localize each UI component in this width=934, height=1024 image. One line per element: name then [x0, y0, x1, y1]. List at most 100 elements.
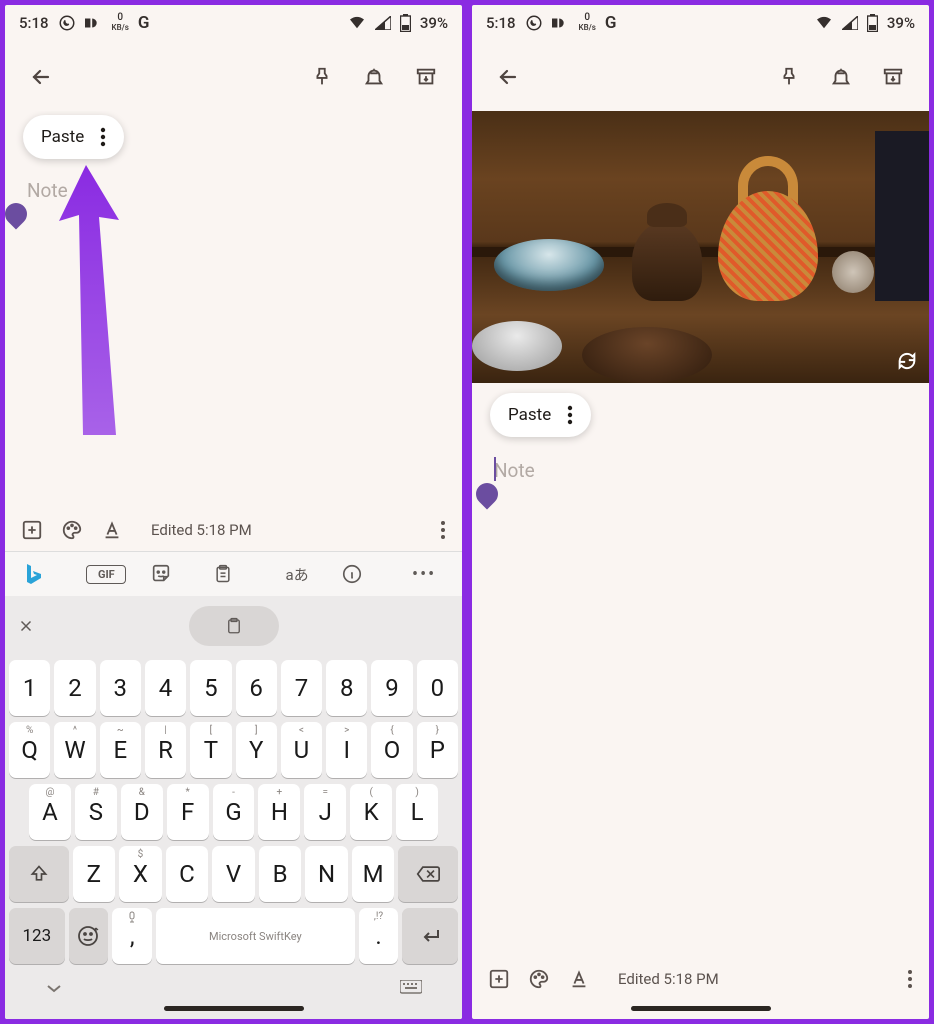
key-9[interactable]: 9 [371, 660, 412, 716]
key-3[interactable]: 3 [100, 660, 141, 716]
archive-button[interactable] [871, 55, 915, 99]
palette-button[interactable] [528, 968, 550, 990]
key-8[interactable]: 8 [326, 660, 367, 716]
text-format-button[interactable] [101, 519, 123, 541]
soft-keyboard[interactable]: GIF aあ ••• 1 2 3 4 5 6 7 8 9 [5, 551, 462, 1019]
signal-icon [375, 16, 391, 30]
signal-icon [842, 16, 858, 30]
key-enter[interactable] [402, 908, 458, 964]
key-f[interactable]: *F [167, 784, 209, 840]
key-e[interactable]: ~E [100, 722, 141, 778]
translate-button[interactable]: aあ [277, 564, 317, 585]
info-button[interactable] [341, 563, 381, 585]
key-row-z: Z $X C V B N M [9, 846, 458, 902]
toolbar-more-button[interactable]: ••• [404, 564, 444, 585]
status-bar: 5:18 0KB/s G 39% [5, 5, 462, 37]
key-4[interactable]: 4 [145, 660, 186, 716]
add-content-button[interactable] [21, 519, 43, 541]
reminder-button[interactable] [352, 55, 396, 99]
note-toolbar: Edited 5:18 PM [5, 509, 462, 551]
key-l[interactable]: )L [396, 784, 438, 840]
media-icon [552, 16, 570, 30]
key-k[interactable]: (K [350, 784, 392, 840]
pin-button[interactable] [767, 55, 811, 99]
clipboard-button[interactable] [213, 563, 253, 585]
note-body[interactable]: Note [472, 453, 929, 482]
key-v[interactable]: V [212, 846, 255, 902]
more-vert-icon[interactable] [100, 127, 106, 147]
key-n[interactable]: N [305, 846, 348, 902]
key-2[interactable]: 2 [54, 660, 95, 716]
key-row-bottom: 123 , Microsoft SwiftKey ,!?. [9, 908, 458, 964]
key-6[interactable]: 6 [236, 660, 277, 716]
key-period[interactable]: ,!?. [359, 908, 399, 964]
key-x[interactable]: $X [119, 846, 162, 902]
key-backspace[interactable] [398, 846, 458, 902]
key-m[interactable]: M [352, 846, 395, 902]
note-image[interactable] [472, 111, 929, 383]
edited-timestamp: Edited 5:18 PM [618, 970, 719, 988]
key-7[interactable]: 7 [281, 660, 322, 716]
paste-menu[interactable]: Paste [490, 393, 591, 437]
key-g[interactable]: -G [213, 784, 255, 840]
key-w[interactable]: ^W [54, 722, 95, 778]
key-d[interactable]: &D [121, 784, 163, 840]
key-z[interactable]: Z [73, 846, 116, 902]
status-time: 5:18 [19, 14, 49, 32]
more-vert-icon[interactable] [567, 405, 573, 425]
back-button[interactable] [19, 55, 63, 99]
sticker-button[interactable] [150, 563, 190, 585]
key-t[interactable]: [T [190, 722, 231, 778]
dismiss-suggestion-button[interactable] [17, 617, 35, 635]
overflow-menu-button[interactable] [907, 969, 913, 989]
gif-button[interactable]: GIF [86, 565, 126, 584]
gesture-pill[interactable] [164, 1006, 304, 1011]
key-comma[interactable]: , [112, 908, 152, 964]
add-content-button[interactable] [488, 968, 510, 990]
key-y[interactable]: ]Y [236, 722, 277, 778]
palette-button[interactable] [61, 519, 83, 541]
key-i[interactable]: >I [326, 722, 367, 778]
back-button[interactable] [486, 55, 530, 99]
reminder-button[interactable] [819, 55, 863, 99]
note-placeholder: Note [494, 453, 907, 482]
bing-icon[interactable] [23, 562, 63, 586]
sync-icon[interactable] [893, 347, 921, 375]
key-shift[interactable] [9, 846, 69, 902]
wifi-icon [815, 16, 833, 30]
key-p[interactable]: }P [417, 722, 458, 778]
paste-menu[interactable]: Paste [23, 115, 124, 159]
wifi-icon [348, 16, 366, 30]
clipboard-suggestion[interactable] [189, 606, 279, 646]
gesture-pill[interactable] [631, 1006, 771, 1011]
paste-label[interactable]: Paste [41, 127, 84, 147]
key-c[interactable]: C [166, 846, 209, 902]
key-1[interactable]: 1 [9, 660, 50, 716]
note-body[interactable]: Note [5, 173, 462, 202]
data-speed: 0KB/s [112, 13, 129, 33]
key-h[interactable]: +H [258, 784, 300, 840]
paste-label[interactable]: Paste [508, 405, 551, 425]
key-space[interactable]: Microsoft SwiftKey [156, 908, 355, 964]
key-q[interactable]: %Q [9, 722, 50, 778]
keyboard-switch-button[interactable] [400, 980, 422, 996]
battery-pct: 39% [420, 14, 448, 32]
archive-button[interactable] [404, 55, 448, 99]
pin-button[interactable] [300, 55, 344, 99]
keyboard-hide-button[interactable] [45, 982, 63, 994]
key-a[interactable]: @A [29, 784, 71, 840]
text-format-button[interactable] [568, 968, 590, 990]
key-0[interactable]: 0 [417, 660, 458, 716]
key-o[interactable]: {O [371, 722, 412, 778]
key-r[interactable]: |R [145, 722, 186, 778]
overflow-menu-button[interactable] [440, 520, 446, 540]
key-5[interactable]: 5 [190, 660, 231, 716]
key-emoji[interactable] [69, 908, 109, 964]
key-s[interactable]: #S [75, 784, 117, 840]
app-bar [5, 37, 462, 111]
key-j[interactable]: =J [304, 784, 346, 840]
key-u[interactable]: <U [281, 722, 322, 778]
key-row-numbers: 1 2 3 4 5 6 7 8 9 0 [9, 660, 458, 716]
key-symbols[interactable]: 123 [9, 908, 65, 964]
key-b[interactable]: B [259, 846, 302, 902]
